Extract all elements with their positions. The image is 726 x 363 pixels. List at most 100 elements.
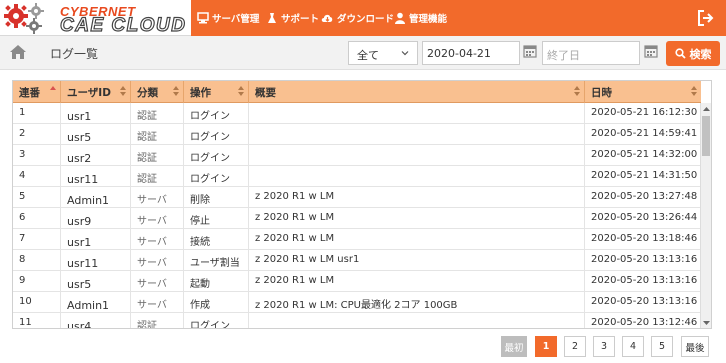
- cell-datetime: 2020-05-21 14:59:41: [591, 128, 698, 139]
- nav-download[interactable]: ダウンロード: [321, 0, 394, 36]
- table-row[interactable]: 9 usr5 サーバ 起動 z 2020 R1 w LM 2020-05-20 13:13…: [13, 271, 701, 292]
- cell-operation: 削除: [184, 187, 249, 208]
- pagination-first-button[interactable]: 最初: [501, 336, 527, 357]
- cell-operation: ユーザ割当: [184, 250, 249, 271]
- cell-summary: z 2020 R1 w LM: [249, 208, 585, 229]
- nav-support-label: サポート: [281, 14, 320, 25]
- cloud-download-icon: [321, 14, 333, 22]
- column-header-datetime-label: 日時: [591, 87, 612, 99]
- cell-seq: 1: [13, 103, 61, 124]
- table-row[interactable]: 11 usr4 認証 ログイン 2020-05-20 13:12:46: [13, 313, 701, 328]
- nav-admin[interactable]: 管理機能: [394, 0, 447, 36]
- cybernet-logo[interactable]: CYBERNET CAE CLOUD: [2, 2, 190, 37]
- logout-button[interactable]: [686, 0, 726, 36]
- cell-summary: z 2020 R1 w LM: [249, 229, 585, 250]
- category-filter-select[interactable]: 全て: [348, 41, 418, 65]
- cell-operation: ログイン: [184, 313, 249, 328]
- nav-server-management[interactable]: サーバ管理: [197, 0, 259, 36]
- gears-logo-icon: [4, 3, 44, 34]
- cell-datetime: 2020-05-20 13:27:48: [591, 191, 698, 202]
- sort-icon: [238, 86, 244, 96]
- nav-admin-label: 管理機能: [409, 14, 448, 25]
- search-button-label: 検索: [689, 47, 712, 61]
- cell-category: サーバ: [131, 229, 184, 250]
- cell-user-id: usr4: [61, 313, 131, 328]
- cell-user-id: usr2: [61, 145, 131, 166]
- cell-datetime: 2020-05-20 13:18:46: [591, 233, 698, 244]
- cell-category: サーバ: [131, 250, 184, 271]
- column-header-user-id-label: ユーザID: [67, 87, 111, 99]
- pagination-page-2[interactable]: 2: [564, 336, 586, 357]
- column-header-datetime[interactable]: 日時: [585, 81, 701, 103]
- nav-server-management-label: サーバ管理: [212, 14, 260, 25]
- cell-category: 認証: [131, 103, 184, 124]
- end-date-input[interactable]: 終了日: [542, 41, 640, 65]
- cell-seq: 2: [13, 124, 61, 145]
- cell-operation: ログイン: [184, 166, 249, 187]
- sort-icon: [120, 86, 126, 96]
- cell-user-id: usr5: [61, 271, 131, 292]
- cell-seq: 9: [13, 271, 61, 292]
- logout-icon: [698, 10, 714, 26]
- calendar-icon[interactable]: [523, 44, 537, 58]
- cell-operation: 起動: [184, 271, 249, 292]
- cell-seq: 10: [13, 292, 61, 313]
- cell-seq: 3: [13, 145, 61, 166]
- table-scrollbar[interactable]: [700, 103, 711, 328]
- scroll-down-arrow-icon[interactable]: [702, 318, 711, 328]
- table-row[interactable]: 3 usr2 認証 ログイン 2020-05-21 14:32:00: [13, 145, 701, 166]
- column-header-seq-label: 連番: [19, 87, 40, 99]
- cell-category: 認証: [131, 313, 184, 328]
- cell-seq: 7: [13, 229, 61, 250]
- cell-summary: z 2020 R1 w LM: [249, 271, 585, 292]
- cell-category: サーバ: [131, 292, 184, 313]
- cell-summary: [249, 313, 585, 328]
- column-header-category[interactable]: 分類: [131, 81, 184, 103]
- cell-seq: 5: [13, 187, 61, 208]
- table-row[interactable]: 5 Admin1 サーバ 削除 z 2020 R1 w LM 2020-05-20 13:…: [13, 187, 701, 208]
- main-nav: サーバ管理 サポート ダウンロード 管理機能: [191, 0, 726, 36]
- start-date-input[interactable]: 2020-04-21: [422, 41, 520, 65]
- cell-category: サーバ: [131, 187, 184, 208]
- cell-summary: [249, 103, 585, 124]
- nav-support[interactable]: サポート: [266, 0, 319, 36]
- cell-operation: 接続: [184, 229, 249, 250]
- cell-datetime: 2020-05-21 16:12:30: [591, 107, 698, 118]
- cell-datetime: 2020-05-20 13:13:16: [591, 254, 698, 265]
- table-row[interactable]: 7 usr1 サーバ 接続 z 2020 R1 w LM 2020-05-20 13:18…: [13, 229, 701, 250]
- column-header-category-label: 分類: [137, 87, 158, 99]
- table-row[interactable]: 6 usr9 サーバ 停止 z 2020 R1 w LM 2020-05-20 13:26…: [13, 208, 701, 229]
- pagination-page-3[interactable]: 3: [593, 336, 615, 357]
- pagination-last-button[interactable]: 最後: [681, 336, 709, 357]
- cell-datetime: 2020-05-21 14:31:50: [591, 170, 698, 181]
- scrollbar-thumb[interactable]: [702, 116, 710, 156]
- table-row[interactable]: 4 usr11 認証 ログイン 2020-05-21 14:31:50: [13, 166, 701, 187]
- table-row[interactable]: 1 usr1 認証 ログイン 2020-05-21 16:12:30: [13, 103, 701, 124]
- search-button[interactable]: 検索: [666, 41, 720, 66]
- home-icon[interactable]: [9, 44, 27, 60]
- table-row[interactable]: 2 usr5 認証 ログイン 2020-05-21 14:59:41: [13, 124, 701, 145]
- column-header-user-id[interactable]: ユーザID: [61, 81, 131, 103]
- log-table: 連番 ユーザID 分類 操作 概要 日時 1 usr1 認証 ログイン 2020-05-…: [12, 80, 712, 329]
- pagination-page-1[interactable]: 1: [535, 336, 557, 357]
- pagination-page-5[interactable]: 5: [651, 336, 673, 357]
- cell-category: 認証: [131, 124, 184, 145]
- sort-icon: [574, 86, 580, 96]
- app-header: CYBERNET CAE CLOUD サーバ管理 サポート ダウンロード 管理機…: [0, 0, 726, 37]
- scroll-up-arrow-icon[interactable]: [702, 104, 711, 114]
- support-icon: [268, 13, 276, 23]
- cell-summary: [249, 166, 585, 187]
- column-header-seq[interactable]: 連番: [13, 81, 61, 103]
- calendar-icon[interactable]: [644, 44, 658, 58]
- table-row[interactable]: 10 Admin1 サーバ 作成 z 2020 R1 w LM: CPU最適化 2コア …: [13, 292, 701, 313]
- column-header-summary[interactable]: 概要: [249, 81, 585, 103]
- cell-user-id: usr11: [61, 250, 131, 271]
- cell-datetime: 2020-05-20 13:13:16: [591, 296, 698, 307]
- pagination-page-4[interactable]: 4: [622, 336, 644, 357]
- cell-seq: 11: [13, 313, 61, 328]
- admin-user-icon: [395, 12, 405, 24]
- column-header-operation[interactable]: 操作: [184, 81, 249, 103]
- cell-operation: 停止: [184, 208, 249, 229]
- column-header-summary-label: 概要: [255, 87, 276, 99]
- table-row[interactable]: 8 usr11 サーバ ユーザ割当 z 2020 R1 w LM usr1 2020-05…: [13, 250, 701, 271]
